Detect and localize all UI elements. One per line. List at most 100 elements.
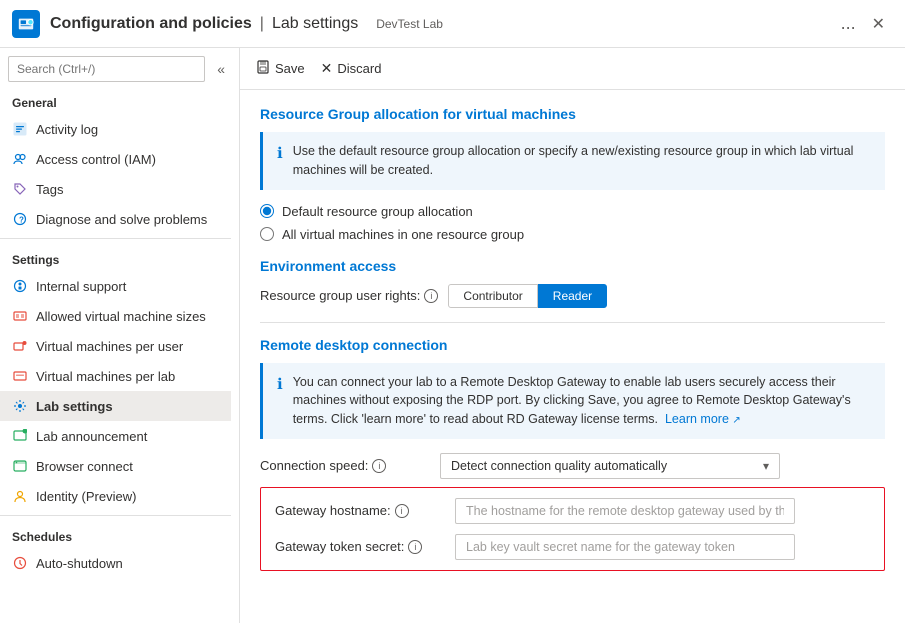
sidebar-item-lab-announcement[interactable]: Lab announcement — [0, 421, 231, 451]
title-bar-text: Configuration and policies | Lab setting… — [50, 15, 833, 33]
search-input[interactable] — [8, 56, 205, 82]
sidebar-item-lab-announcement-label: Lab announcement — [36, 429, 147, 444]
content-area: Resource Group allocation for virtual ma… — [240, 90, 905, 623]
connection-speed-info-icon: i — [372, 459, 386, 473]
radio-all-rg-label: All virtual machines in one resource gro… — [282, 227, 524, 242]
close-button[interactable]: ✕ — [864, 10, 893, 38]
identity-icon — [12, 488, 28, 504]
toggle-contributor[interactable]: Contributor — [448, 284, 537, 308]
resource-group-info-box: ℹ Use the default resource group allocat… — [260, 132, 885, 190]
resource-group-title: Resource Group allocation for virtual ma… — [260, 106, 885, 122]
radio-default-rg[interactable] — [260, 204, 274, 218]
info-icon: ℹ — [277, 143, 283, 166]
activity-icon — [12, 121, 28, 137]
sidebar-item-vm-per-lab-label: Virtual machines per lab — [36, 369, 175, 384]
resource-group-user-rights-row: Resource group user rights: i Contributo… — [260, 284, 885, 308]
sidebar-item-vm-per-lab[interactable]: Virtual machines per lab — [0, 361, 231, 391]
sidebar-item-identity-preview[interactable]: Identity (Preview) — [0, 481, 231, 511]
sidebar-item-internal-support[interactable]: Internal support — [0, 271, 231, 301]
vm-sizes-icon — [12, 308, 28, 324]
app-icon — [12, 10, 40, 38]
tags-icon — [12, 181, 28, 197]
toggle-group-rights: Contributor Reader — [448, 284, 607, 308]
remote-desktop-info-text: You can connect your lab to a Remote Des… — [293, 373, 871, 429]
vm-lab-icon — [12, 368, 28, 384]
gateway-hostname-row: Gateway hostname: i — [275, 498, 870, 524]
sidebar-item-tags[interactable]: Tags — [0, 174, 231, 204]
access-icon — [12, 151, 28, 167]
radio-group-rg: Default resource group allocation All vi… — [260, 204, 885, 242]
sidebar-item-tags-label: Tags — [36, 182, 63, 197]
environment-access-title: Environment access — [260, 258, 885, 274]
sidebar-item-auto-shutdown[interactable]: Auto-shutdown — [0, 548, 231, 578]
gateway-hostname-info-icon: i — [395, 504, 409, 518]
title-bar: Configuration and policies | Lab setting… — [0, 0, 905, 48]
chevron-down-icon: ▾ — [763, 459, 769, 473]
user-rights-info-icon: i — [424, 289, 438, 303]
toggle-reader[interactable]: Reader — [538, 284, 607, 308]
discard-icon: ✕ — [321, 60, 333, 77]
connection-speed-dropdown[interactable]: Detect connection quality automatically … — [440, 453, 780, 479]
sidebar-section-general: General — [0, 86, 231, 114]
sidebar-item-vm-per-user[interactable]: Virtual machines per user — [0, 331, 231, 361]
save-button[interactable]: Save — [256, 56, 305, 81]
sidebar-item-lab-settings[interactable]: Lab settings — [0, 391, 231, 421]
radio-all-rg[interactable] — [260, 227, 274, 241]
connection-speed-value: Detect connection quality automatically — [451, 459, 667, 473]
main-content: Save ✕ Discard Resource Group allocation… — [240, 48, 905, 623]
sidebar-item-diagnose-label: Diagnose and solve problems — [36, 212, 207, 227]
sub-title: Lab settings — [272, 15, 358, 33]
diagnose-icon: ? — [12, 211, 28, 227]
gateway-section: Gateway hostname: i Gateway token secret… — [260, 487, 885, 571]
ellipsis-menu[interactable]: ... — [833, 13, 864, 34]
sidebar-collapse-btn[interactable]: « — [211, 57, 231, 81]
save-icon — [256, 60, 270, 77]
connection-speed-label: Connection speed: i — [260, 458, 430, 473]
sidebar-section-schedules: Schedules — [0, 520, 231, 548]
gateway-token-label: Gateway token secret: i — [275, 539, 445, 554]
sidebar-item-access-control-label: Access control (IAM) — [36, 152, 156, 167]
remote-info-icon: ℹ — [277, 374, 283, 397]
sidebar-item-browser-connect[interactable]: Browser connect — [0, 451, 231, 481]
resource-group-user-rights-label: Resource group user rights: i — [260, 288, 438, 303]
connection-speed-row: Connection speed: i Detect connection qu… — [260, 453, 885, 479]
lab-settings-icon — [12, 398, 28, 414]
toolbar: Save ✕ Discard — [240, 48, 905, 90]
shutdown-icon — [12, 555, 28, 571]
sidebar-item-allowed-vm-sizes-label: Allowed virtual machine sizes — [36, 309, 206, 324]
radio-item-default-rg[interactable]: Default resource group allocation — [260, 204, 885, 219]
app-body: « General Activity log Access control (I — [0, 48, 905, 623]
resource-group-info-text: Use the default resource group allocatio… — [293, 142, 871, 180]
sidebar-item-identity-preview-label: Identity (Preview) — [36, 489, 136, 504]
gateway-hostname-label: Gateway hostname: i — [275, 503, 445, 518]
sidebar-item-lab-settings-label: Lab settings — [36, 399, 113, 414]
radio-item-all-rg[interactable]: All virtual machines in one resource gro… — [260, 227, 885, 242]
gateway-token-info-icon: i — [408, 540, 422, 554]
discard-button[interactable]: ✕ Discard — [321, 56, 382, 81]
learn-more-link[interactable]: Learn more ↗ — [665, 412, 741, 426]
subtitle2: DevTest Lab — [376, 17, 443, 31]
sidebar-item-diagnose[interactable]: ? Diagnose and solve problems — [0, 204, 231, 234]
sidebar-item-allowed-vm-sizes[interactable]: Allowed virtual machine sizes — [0, 301, 231, 331]
sidebar-item-access-control[interactable]: Access control (IAM) — [0, 144, 231, 174]
sidebar-item-activity-log[interactable]: Activity log — [0, 114, 231, 144]
remote-desktop-info-box: ℹ You can connect your lab to a Remote D… — [260, 363, 885, 439]
remote-desktop-title: Remote desktop connection — [260, 337, 885, 353]
gateway-token-input[interactable] — [455, 534, 795, 560]
radio-default-rg-label: Default resource group allocation — [282, 204, 473, 219]
sidebar-section-settings: Settings — [0, 243, 231, 271]
sidebar-item-vm-per-user-label: Virtual machines per user — [36, 339, 183, 354]
main-title: Configuration and policies — [50, 15, 252, 33]
sidebar-item-activity-log-label: Activity log — [36, 122, 98, 137]
announcement-icon — [12, 428, 28, 444]
vm-user-icon — [12, 338, 28, 354]
sidebar: « General Activity log Access control (I — [0, 48, 240, 623]
browser-icon — [12, 458, 28, 474]
support-icon — [12, 278, 28, 294]
gateway-token-row: Gateway token secret: i — [275, 534, 870, 560]
svg-text:?: ? — [19, 216, 24, 225]
sidebar-item-internal-support-label: Internal support — [36, 279, 126, 294]
gateway-hostname-input[interactable] — [455, 498, 795, 524]
sidebar-item-auto-shutdown-label: Auto-shutdown — [36, 556, 123, 571]
title-separator: | — [260, 15, 264, 33]
